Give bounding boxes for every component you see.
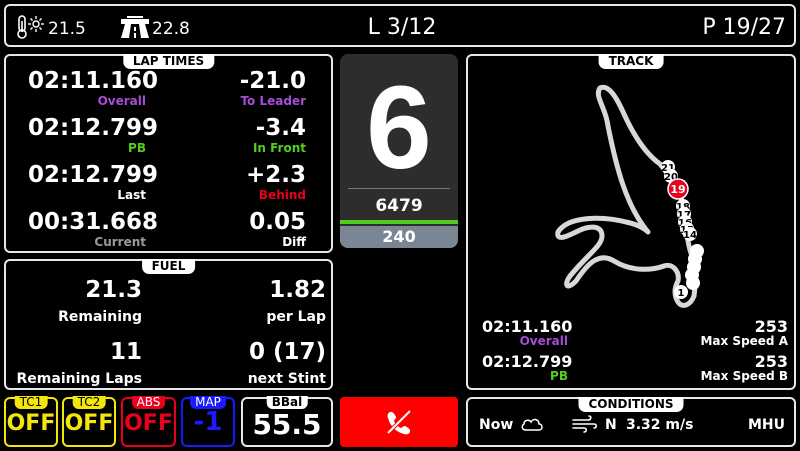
max-speed-b-label: Max Speed B <box>700 369 788 383</box>
top-bar: 21.5 22.8 L 3/12 P 19/27 <box>4 4 796 47</box>
abs-label: ABS <box>131 396 166 409</box>
brake-balance-indicator[interactable]: BBal 55.5 <box>241 396 333 447</box>
lap-times-title: LAP TIMES <box>122 54 215 69</box>
pb-label: PB <box>128 141 146 155</box>
wind-direction: N <box>605 417 617 433</box>
tc1-value: OFF <box>6 411 56 436</box>
cloud-icon <box>521 418 543 431</box>
last-label: Last <box>117 188 146 202</box>
remaining-label: Remaining <box>58 309 142 325</box>
remaining-laps-label: Remaining Laps <box>16 371 142 387</box>
abs-indicator[interactable]: ABS OFF <box>121 396 176 447</box>
car-marker-label: 14 <box>683 230 697 241</box>
last-lap-time: 02:12.799 <box>28 162 158 188</box>
delta-diff: 0.05 <box>249 209 306 235</box>
phone-off-icon <box>386 409 412 435</box>
conditions-title: CONDITIONS <box>578 397 684 412</box>
car-marker-label: 1 <box>678 288 685 299</box>
track-panel: TRACK 21 20 18 17 16 15 14 1 19 02:11.16… <box>466 54 796 390</box>
gap-behind: +2.3 <box>245 162 306 188</box>
car-marker <box>686 276 700 290</box>
car-marker: 1 <box>674 285 688 299</box>
fuel-next-stint: 0 (17) <box>248 339 326 365</box>
abs-value: OFF <box>124 411 173 436</box>
overall-best-time: 02:11.160 <box>28 68 158 94</box>
map-indicator[interactable]: MAP -1 <box>181 396 235 447</box>
vehicle-speed: 240 <box>340 226 458 248</box>
overall-label: Overall <box>97 94 146 108</box>
to-leader-label: To Leader <box>240 94 306 108</box>
next-stint-label: next Stint <box>247 371 326 387</box>
bbal-value: 55.5 <box>252 408 322 441</box>
player-car-marker: 19 <box>667 178 689 200</box>
fuel-remaining: 21.3 <box>85 277 142 303</box>
current-gear: 6 <box>366 62 432 194</box>
track-overall-label: Overall <box>519 334 568 348</box>
gap-to-leader: -21.0 <box>239 68 306 94</box>
tc1-indicator[interactable]: TC1 OFF <box>4 396 58 447</box>
humidity-label: MHU <box>747 417 785 433</box>
lap-times-panel: LAP TIMES 02:11.160 Overall -21.0 To Lea… <box>4 54 333 253</box>
fuel-remaining-laps: 11 <box>109 339 142 365</box>
tc2-indicator[interactable]: TC2 OFF <box>62 396 116 447</box>
gear-panel: 6 6479 240 <box>340 54 458 248</box>
tc1-label: TC1 <box>14 396 48 409</box>
in-front-label: In Front <box>252 141 306 155</box>
player-position: 19 <box>670 183 685 196</box>
engine-rpm: 6479 <box>375 196 423 216</box>
diff-label: Diff <box>282 235 306 249</box>
current-label: Current <box>94 235 146 249</box>
car-marker: 14 <box>683 227 697 241</box>
conditions-time: Now <box>479 417 514 433</box>
per-lap-label: per Lap <box>266 309 326 325</box>
tc2-value: OFF <box>64 411 114 436</box>
gear-divider <box>348 188 450 189</box>
map-value: -1 <box>193 407 223 437</box>
race-position: P 19/27 <box>702 15 786 40</box>
max-speed-a-label: Max Speed A <box>700 334 788 348</box>
lap-counter: L 3/12 <box>367 15 437 40</box>
current-lap-time: 00:31.668 <box>28 209 158 235</box>
conditions-panel: CONDITIONS Now N 3.32 m/s MHU <box>466 397 796 447</box>
track-pb-label: PB <box>550 369 568 383</box>
gap-in-front: -3.4 <box>255 115 306 141</box>
behind-label: Behind <box>258 188 306 202</box>
fuel-title: FUEL <box>141 259 196 274</box>
car-markers: 21 20 18 17 16 15 14 1 19 <box>661 160 704 299</box>
wind-speed: 3.32 m/s <box>626 417 694 433</box>
wind-icon <box>572 415 598 433</box>
end-call-button[interactable] <box>340 397 458 447</box>
fuel-panel: FUEL 21.3 Remaining 1.82 per Lap 11 Rema… <box>4 259 333 390</box>
tc2-label: TC2 <box>72 396 106 409</box>
personal-best-time: 02:12.799 <box>28 115 158 141</box>
fuel-per-lap: 1.82 <box>269 277 326 303</box>
rpm-bar <box>340 220 458 224</box>
